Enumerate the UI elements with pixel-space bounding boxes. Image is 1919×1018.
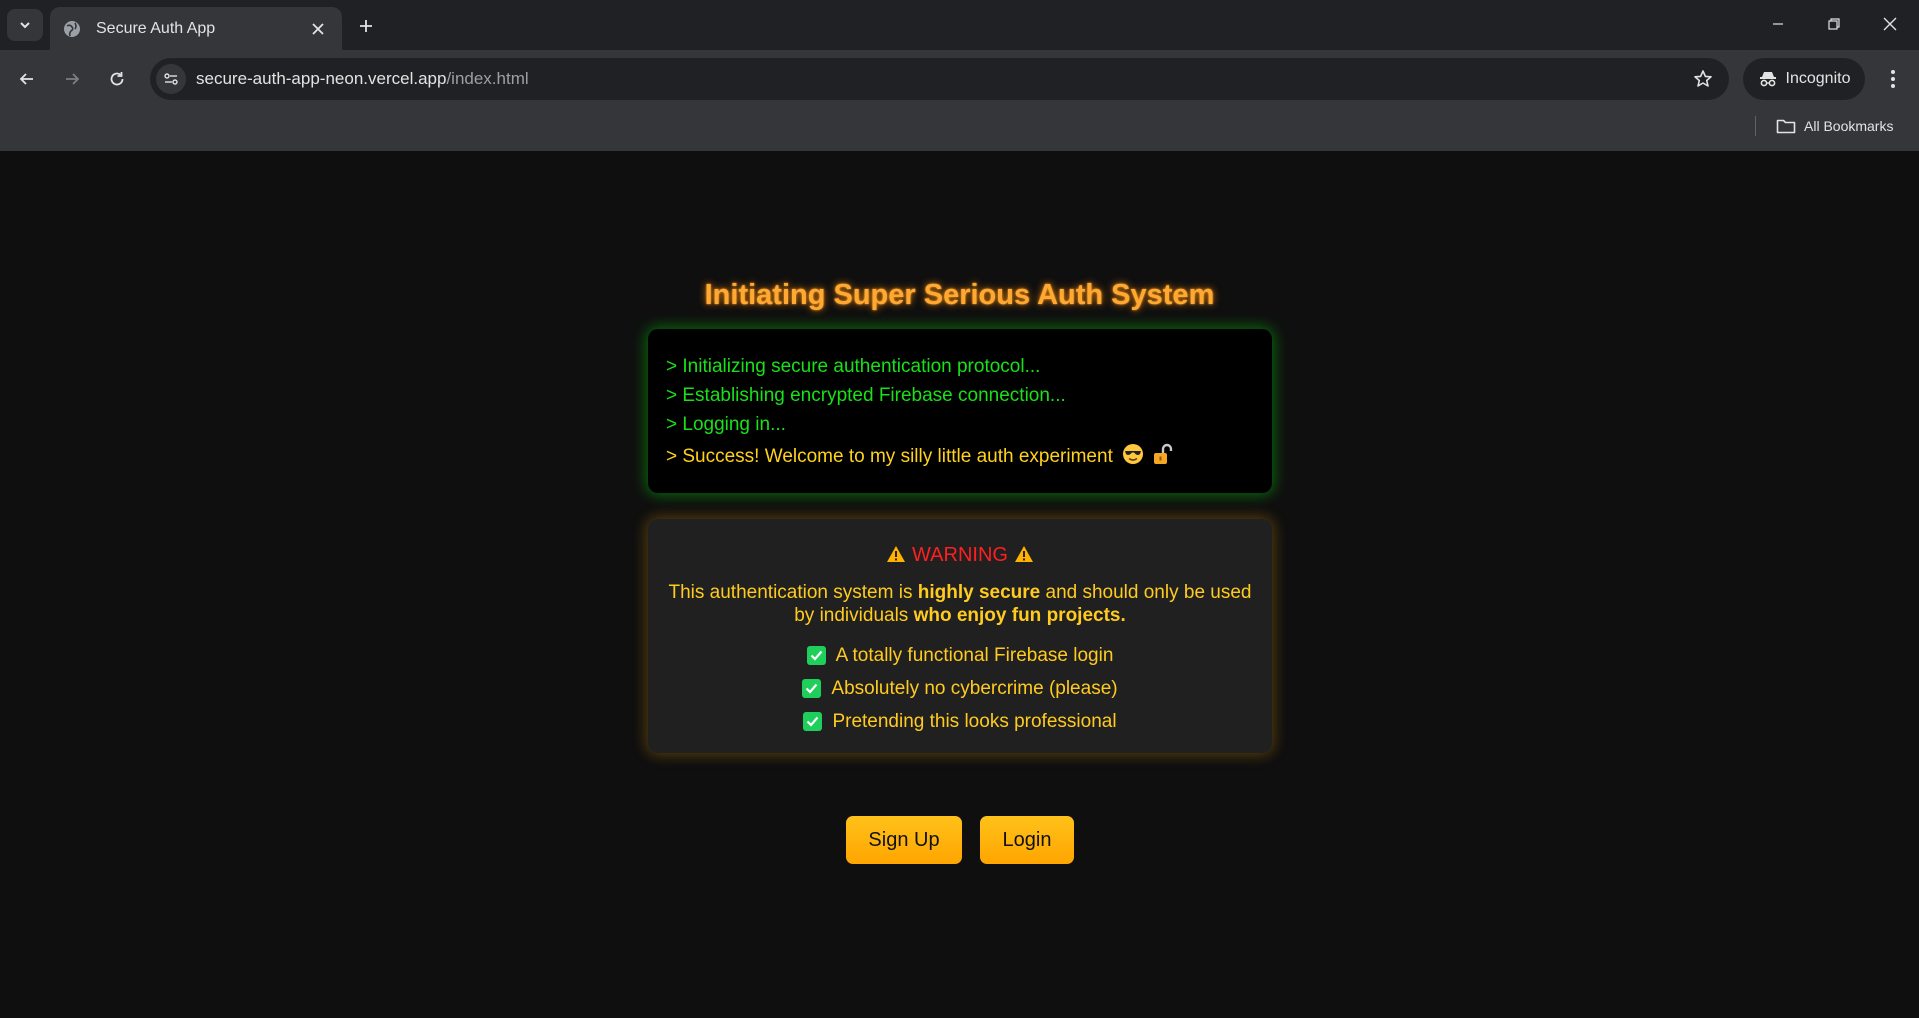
check-mark-icon	[806, 646, 826, 665]
checklist-item-label: Absolutely no cybercrime (please)	[831, 678, 1118, 699]
warning-message: This authentication system is highly sec…	[665, 581, 1255, 627]
reload-button[interactable]	[100, 62, 134, 96]
checklist-item-label: A totally functional Firebase login	[835, 645, 1114, 666]
url-text[interactable]: secure-auth-app-neon.vercel.app/index.ht…	[196, 69, 529, 89]
more-vertical-icon	[1891, 70, 1895, 88]
reload-icon	[110, 72, 124, 86]
bookmarks-divider	[1755, 116, 1756, 136]
minimize-button[interactable]	[1750, 8, 1806, 40]
all-bookmarks-button[interactable]: All Bookmarks	[1776, 114, 1893, 138]
terminal-line: > Initializing secure authentication pro…	[666, 356, 1041, 377]
warning-text-part: This authentication system is	[668, 582, 918, 603]
check-mark-icon	[803, 712, 823, 731]
browser-menu-button[interactable]	[1878, 64, 1908, 94]
new-tab-button[interactable]	[352, 12, 380, 40]
success-text: > Success! Welcome to my silly little au…	[666, 446, 1113, 467]
check-mark-icon	[802, 679, 822, 698]
url-host: secure-auth-app-neon.vercel.app	[196, 69, 447, 88]
sign-up-button[interactable]: Sign Up	[846, 816, 962, 864]
forward-button[interactable]	[55, 62, 89, 96]
terminal-box: > Initializing secure authentication pro…	[648, 329, 1272, 493]
folder-icon	[1776, 119, 1796, 134]
bookmark-star-icon[interactable]	[1691, 67, 1715, 91]
incognito-indicator[interactable]: Incognito	[1743, 58, 1865, 100]
incognito-label: Incognito	[1785, 70, 1851, 87]
bookmarks-bar: All Bookmarks	[0, 108, 1919, 151]
restore-icon	[1828, 18, 1840, 30]
arrow-right-icon	[66, 73, 80, 85]
arrow-left-icon	[19, 73, 33, 85]
checklist-item: Absolutely no cybercrime (please)	[648, 672, 1272, 705]
all-bookmarks-label: All Bookmarks	[1804, 118, 1894, 134]
page-title: Initiating Super Serious Auth System	[704, 279, 1215, 311]
feature-checklist: A totally functional Firebase login Abso…	[648, 639, 1272, 738]
close-tab-icon[interactable]	[306, 17, 330, 41]
address-bar[interactable]: secure-auth-app-neon.vercel.app/index.ht…	[150, 58, 1729, 100]
sunglasses-emoji-icon	[1122, 443, 1144, 474]
warning-triangle-icon	[886, 545, 906, 569]
chevron-down-icon	[20, 22, 30, 29]
terminal-success-line: > Success! Welcome to my silly little au…	[666, 442, 1254, 474]
minimize-icon	[1773, 23, 1783, 25]
url-path: /index.html	[446, 69, 529, 88]
checklist-item-label: Pretending this looks professional	[832, 711, 1117, 732]
warning-title-row: WARNING	[648, 543, 1272, 569]
incognito-icon	[1759, 72, 1776, 87]
tab-title: Secure Auth App	[96, 19, 216, 37]
terminal-line: > Logging in...	[666, 414, 786, 435]
restore-button[interactable]	[1806, 8, 1862, 40]
warning-bold-part: who enjoy fun projects.	[913, 605, 1126, 626]
close-icon	[1883, 17, 1897, 31]
tab-search-button[interactable]	[7, 9, 43, 41]
login-button[interactable]: Login	[980, 816, 1074, 864]
checklist-item: Pretending this looks professional	[648, 705, 1272, 738]
globe-icon	[62, 19, 82, 39]
browser-toolbar: secure-auth-app-neon.vercel.app/index.ht…	[0, 50, 1919, 108]
terminal-line: > Establishing encrypted Firebase connec…	[666, 385, 1066, 406]
warning-box: WARNING This authentication system is hi…	[648, 519, 1272, 753]
back-button[interactable]	[10, 62, 44, 96]
browser-tab[interactable]: Secure Auth App	[50, 7, 342, 50]
tab-strip: Secure Auth App	[0, 0, 1919, 50]
checklist-item: A totally functional Firebase login	[648, 639, 1272, 672]
close-window-button[interactable]	[1862, 8, 1918, 40]
unlocked-padlock-icon	[1153, 443, 1173, 474]
page-viewport: Initiating Super Serious Auth System > I…	[0, 151, 1919, 1018]
warning-triangle-icon	[1014, 545, 1034, 569]
warning-bold-part: highly secure	[917, 582, 1041, 603]
plus-icon	[360, 20, 372, 32]
warning-title: WARNING	[912, 544, 1008, 566]
site-info-icon[interactable]	[156, 64, 186, 94]
